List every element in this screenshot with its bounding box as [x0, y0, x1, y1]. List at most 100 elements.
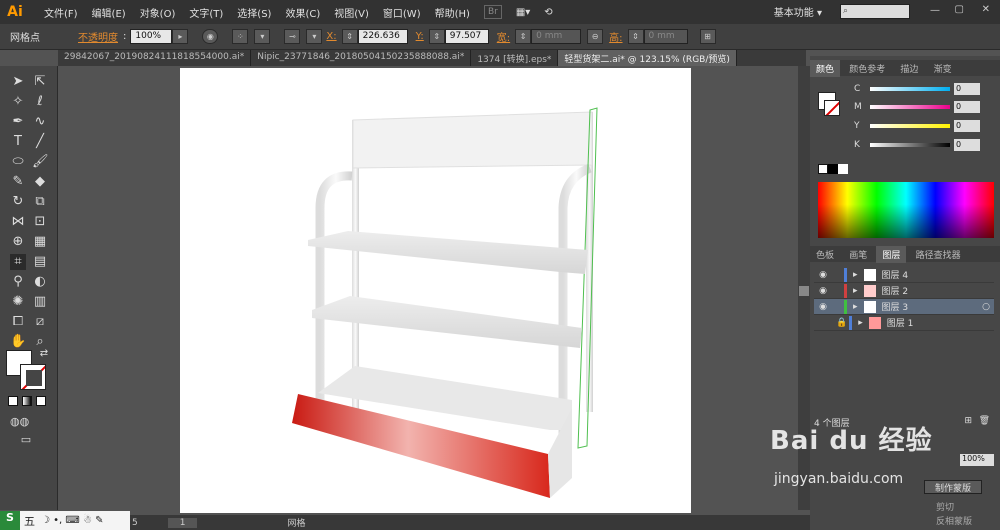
tab-stroke[interactable]: 描边 [894, 60, 924, 77]
y-channel-value[interactable]: 0 [954, 120, 980, 132]
eyedropper-tool-icon[interactable]: ⚲ [10, 274, 26, 290]
tab-doc-1[interactable]: 29842067_20190824111818554000.ai* [58, 50, 252, 66]
link-icon[interactable]: ⊖ [587, 29, 604, 44]
shape-builder-tool-icon[interactable]: ⊕ [10, 234, 26, 250]
page-value[interactable]: 1 [167, 517, 198, 528]
workspace-switcher[interactable]: 基本功能 ▾ [774, 4, 822, 19]
white-swatch[interactable] [838, 164, 848, 174]
x-field[interactable]: 226.636 [357, 29, 408, 44]
slider-k[interactable]: K0 [854, 138, 994, 152]
zoom-value[interactable]: 5 [132, 518, 138, 528]
c-value[interactable]: 0 [954, 83, 980, 95]
slice-tool-icon[interactable]: ⧄ [32, 314, 48, 330]
menu-window[interactable]: 窗口(W) [383, 5, 421, 20]
artboard-tool-icon[interactable]: ⧠ [10, 314, 26, 330]
panel-stroke-swatch[interactable] [824, 100, 840, 116]
m-value[interactable]: 0 [954, 101, 980, 113]
arrange-documents-icon[interactable]: ▦▾ [516, 7, 530, 18]
slider-y[interactable]: Y0 [854, 119, 994, 133]
menu-type[interactable]: 文字(T) [189, 5, 223, 20]
pencil-tool-icon[interactable]: ✎ [10, 174, 26, 190]
k-value[interactable]: 0 [954, 139, 980, 151]
anchor-convert-icon[interactable]: ⊸ [284, 29, 301, 44]
layer-row-2[interactable]: ◉ ▸ 图层 2 [814, 283, 994, 299]
align-dropdown-icon[interactable]: ▾ [254, 29, 271, 44]
expand-icon[interactable]: ▸ [858, 318, 863, 328]
ellipse-tool-icon[interactable]: ⬭ [10, 154, 26, 170]
hand-tool-icon[interactable]: ✋ [10, 334, 26, 350]
tab-doc-3[interactable]: 1374 [转换].eps* [471, 50, 559, 66]
tab-layers[interactable]: 图层 [876, 246, 907, 263]
restore-button[interactable]: ▢ [955, 4, 964, 15]
none-mode-icon[interactable] [36, 396, 46, 406]
mesh-tool-icon[interactable]: ⌗ [10, 254, 26, 270]
opacity-field[interactable]: 100% [130, 29, 173, 44]
spectrum-picker[interactable] [818, 182, 994, 238]
ime-mode[interactable]: 五 [24, 513, 35, 529]
free-transform-tool-icon[interactable]: ⊡ [32, 214, 48, 230]
delete-layer-icon[interactable]: 🗑 [979, 416, 990, 426]
expand-icon[interactable]: ▸ [853, 270, 858, 280]
recolor-icon[interactable]: ◉ [202, 29, 219, 44]
menu-select[interactable]: 选择(S) [237, 5, 271, 20]
tab-color-guide[interactable]: 颜色参考 [843, 60, 891, 77]
tab-gradient[interactable]: 渐变 [928, 60, 958, 77]
drawing-mode-icon[interactable]: ◍◍ [10, 414, 29, 430]
new-layer-icon[interactable]: ⊞ [964, 416, 972, 426]
y-stepper[interactable]: ⇕ [428, 29, 445, 44]
menu-file[interactable]: 文件(F) [44, 5, 78, 20]
menu-edit[interactable]: 编辑(E) [92, 5, 126, 20]
tab-doc-2[interactable]: Nipic_23771846_20180504150235888088.ai* [251, 50, 472, 66]
gradient-tool-icon[interactable]: ▤ [32, 254, 48, 270]
y-field[interactable]: 97.507 [444, 29, 489, 44]
h-stepper[interactable]: ⇕ [627, 29, 644, 44]
handle-icon[interactable]: ▾ [306, 29, 323, 44]
visibility-eye-icon[interactable]: ◉ [814, 302, 832, 312]
tab-brushes[interactable]: 画笔 [843, 246, 873, 263]
direct-selection-tool-icon[interactable]: ⇱ [32, 74, 48, 90]
type-tool-icon[interactable]: T [10, 134, 26, 150]
visibility-eye-icon[interactable]: ◉ [814, 286, 832, 296]
scrollbar-thumb[interactable] [799, 286, 809, 296]
rotate-tool-icon[interactable]: ↻ [10, 194, 26, 210]
transform-icon[interactable]: ⊞ [699, 29, 716, 44]
curvature-tool-icon[interactable]: ∿ [32, 114, 48, 130]
ime-logo-icon[interactable]: S [0, 511, 20, 530]
screen-mode-icon[interactable]: ▭ [18, 432, 34, 448]
eraser-tool-icon[interactable]: ◆ [32, 174, 48, 190]
magic-wand-tool-icon[interactable]: ✧ [10, 94, 26, 110]
none-color-swatch[interactable] [818, 164, 828, 174]
c-track[interactable] [870, 87, 950, 91]
minimize-button[interactable]: — [930, 5, 940, 16]
layer-row-4[interactable]: ◉ ▸ 图层 4 [814, 267, 994, 283]
blend-tool-icon[interactable]: ◐ [32, 274, 48, 290]
tab-doc-4[interactable]: 轻型货架二.ai* @ 123.15% (RGB/预览) [558, 50, 737, 66]
opacity-dropdown-icon[interactable]: ▸ [172, 29, 189, 44]
close-button[interactable]: ✕ [982, 4, 990, 15]
scale-tool-icon[interactable]: ⧉ [32, 194, 48, 210]
expand-icon[interactable]: ▸ [853, 302, 858, 312]
layer-row-3[interactable]: ◉ ▸ 图层 3 ○ [814, 299, 994, 315]
column-graph-tool-icon[interactable]: ▥ [32, 294, 48, 310]
stroke-swatch[interactable] [20, 364, 46, 390]
slider-c[interactable]: C0 [854, 82, 994, 96]
black-swatch[interactable] [828, 164, 838, 174]
lock-icon[interactable]: 🔒 [836, 318, 847, 328]
pen-tool-icon[interactable]: ✒ [10, 114, 26, 130]
x-stepper[interactable]: ⇕ [341, 29, 358, 44]
shelf-artwork[interactable] [180, 68, 691, 513]
slider-m[interactable]: M0 [854, 100, 994, 114]
transparency-opacity[interactable]: 100% [960, 454, 994, 466]
y-track[interactable] [870, 124, 950, 128]
sync-icon[interactable]: ⟲ [544, 7, 552, 18]
menu-view[interactable]: 视图(V) [334, 5, 369, 20]
layer-row-1[interactable]: 🔒 ▸ 图层 1 [814, 315, 994, 331]
expand-icon[interactable]: ▸ [853, 286, 858, 296]
ime-icons[interactable]: ☽ •, ⌨ ☃ ✎ [41, 515, 104, 526]
gradient-mode-icon[interactable] [22, 396, 32, 406]
selection-tool-icon[interactable]: ➤ [10, 74, 26, 90]
menu-help[interactable]: 帮助(H) [435, 5, 470, 20]
visibility-eye-icon[interactable]: ◉ [814, 270, 832, 280]
width-tool-icon[interactable]: ⋈ [10, 214, 26, 230]
transform-reference-icon[interactable]: ⁘ [232, 29, 249, 44]
